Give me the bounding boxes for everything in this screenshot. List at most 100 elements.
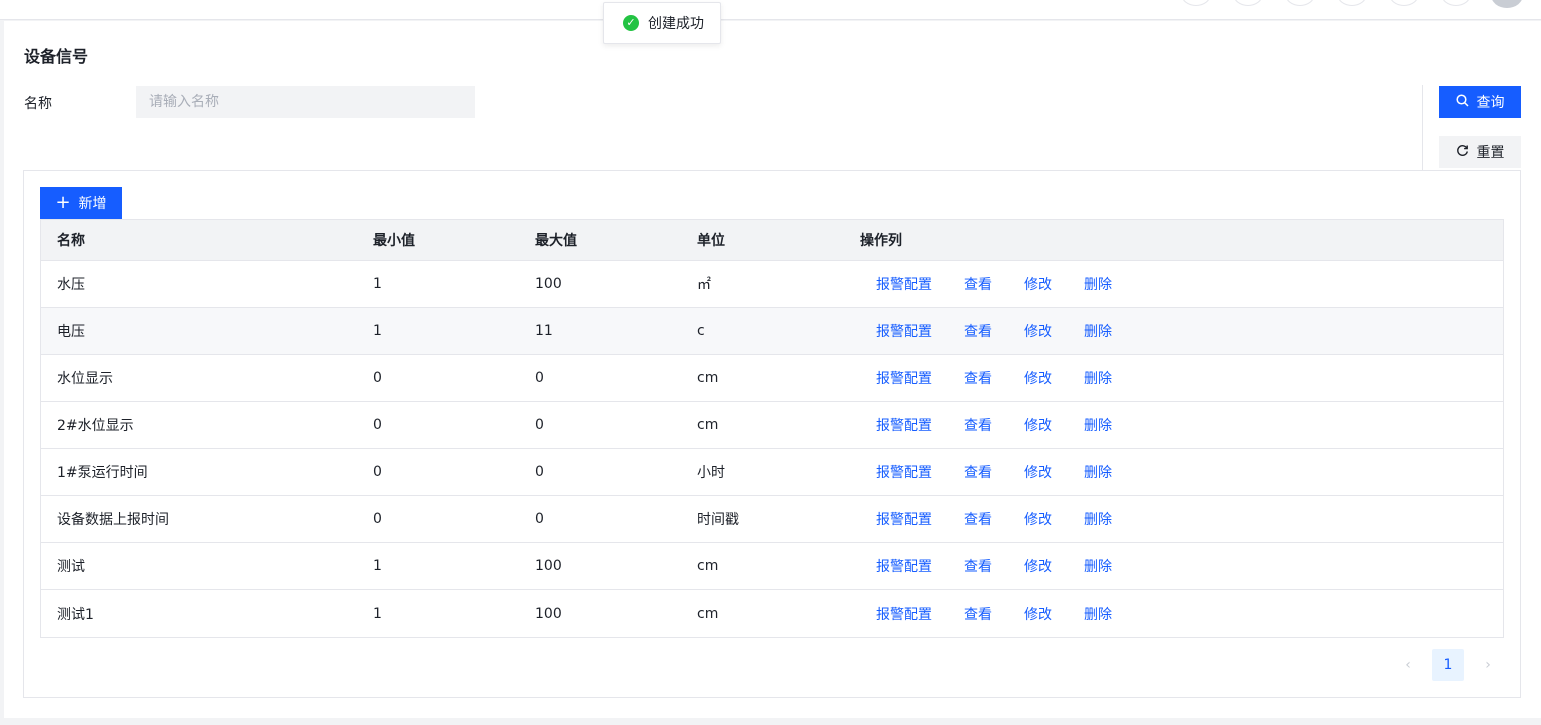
nav-icon[interactable] — [1337, 0, 1367, 6]
edit-link[interactable]: 修改 — [1024, 274, 1052, 294]
cell-min: 0 — [373, 370, 382, 386]
cell-max: 0 — [535, 511, 544, 527]
add-button-label: 新增 — [78, 196, 107, 212]
table-row: 2#水位显示 0 0 cm 报警配置 查看 修改 删除 — [41, 402, 1503, 449]
cell-min: 0 — [373, 511, 382, 527]
table-row: 1#泵运行时间 0 0 小时 报警配置 查看 修改 删除 — [41, 449, 1503, 496]
success-toast: ✓ 创建成功 — [603, 2, 721, 44]
cell-max: 100 — [535, 605, 562, 622]
filter-divider — [1422, 85, 1423, 171]
column-header-max: 最大值 — [535, 233, 577, 249]
avatar[interactable] — [1491, 0, 1523, 8]
table-card: + 新增 名称 最小值 最大值 单位 操作列 水压 1 100 ㎡ 报警配置 查… — [23, 170, 1521, 698]
cell-max: 11 — [535, 323, 553, 339]
search-button-label: 查询 — [1476, 95, 1505, 111]
edit-link[interactable]: 修改 — [1024, 368, 1052, 388]
view-link[interactable]: 查看 — [964, 321, 992, 341]
check-circle-icon: ✓ — [623, 15, 639, 31]
cell-name: 1#泵运行时间 — [57, 465, 148, 481]
delete-link[interactable]: 删除 — [1084, 509, 1112, 529]
column-header-actions: 操作列 — [860, 233, 902, 249]
table-row: 水压 1 100 ㎡ 报警配置 查看 修改 删除 — [41, 261, 1503, 308]
nav-icon[interactable] — [1181, 0, 1211, 6]
view-link[interactable]: 查看 — [964, 509, 992, 529]
cell-unit: 时间戳 — [697, 512, 739, 528]
cell-min: 1 — [373, 276, 382, 292]
edit-link[interactable]: 修改 — [1024, 462, 1052, 482]
cell-unit: c — [697, 323, 705, 339]
page-number-current[interactable]: 1 — [1432, 649, 1464, 681]
cell-name: 电压 — [57, 324, 85, 340]
edit-link[interactable]: 修改 — [1024, 415, 1052, 435]
chevron-right-icon[interactable]: › — [1472, 649, 1504, 681]
delete-link[interactable]: 删除 — [1084, 368, 1112, 388]
alarm-config-link[interactable]: 报警配置 — [876, 556, 932, 576]
alarm-config-link[interactable]: 报警配置 — [876, 462, 932, 482]
add-button[interactable]: + 新增 — [40, 187, 122, 219]
reset-button[interactable]: 重置 — [1439, 136, 1521, 168]
signal-table: 名称 最小值 最大值 单位 操作列 水压 1 100 ㎡ 报警配置 查看 修改 … — [40, 219, 1504, 638]
top-navbar — [0, 0, 1541, 20]
cell-name: 水位显示 — [57, 371, 113, 387]
table-row: 测试 1 100 cm 报警配置 查看 修改 删除 — [41, 543, 1503, 590]
delete-link[interactable]: 删除 — [1084, 462, 1112, 482]
page-title: 设备信号 — [24, 47, 89, 66]
name-filter-label: 名称 — [24, 96, 52, 112]
pagination: ‹ 1 › — [24, 649, 1520, 681]
cell-min: 0 — [373, 417, 382, 433]
cell-min: 1 — [373, 323, 382, 339]
alarm-config-link[interactable]: 报警配置 — [876, 604, 932, 624]
nav-icon[interactable] — [1441, 0, 1471, 6]
alarm-config-link[interactable]: 报警配置 — [876, 321, 932, 341]
refresh-icon — [1456, 144, 1469, 160]
alarm-config-link[interactable]: 报警配置 — [876, 509, 932, 529]
view-link[interactable]: 查看 — [964, 368, 992, 388]
search-button[interactable]: 查询 — [1439, 86, 1521, 118]
view-link[interactable]: 查看 — [964, 604, 992, 624]
cell-max: 0 — [535, 417, 544, 433]
delete-link[interactable]: 删除 — [1084, 556, 1112, 576]
table-row: 设备数据上报时间 0 0 时间戳 报警配置 查看 修改 删除 — [41, 496, 1503, 543]
alarm-config-link[interactable]: 报警配置 — [876, 415, 932, 435]
main-panel: 设备信号 名称 查询 重置 + 新增 名称 最小值 最大值 单位 操作列 — [4, 21, 1541, 718]
cell-unit: cm — [697, 370, 719, 386]
table-row: 电压 1 11 c 报警配置 查看 修改 删除 — [41, 308, 1503, 355]
cell-name: 测试 — [57, 559, 85, 575]
cell-unit: cm — [697, 417, 719, 433]
cell-max: 0 — [535, 370, 544, 386]
chevron-left-icon[interactable]: ‹ — [1392, 649, 1424, 681]
delete-link[interactable]: 删除 — [1084, 604, 1112, 624]
cell-max: 0 — [535, 464, 544, 480]
cell-unit: cm — [697, 558, 719, 574]
name-search-input[interactable] — [136, 86, 475, 118]
delete-link[interactable]: 删除 — [1084, 274, 1112, 294]
column-header-min: 最小值 — [373, 233, 415, 249]
cell-name: 水压 — [57, 277, 85, 293]
edit-link[interactable]: 修改 — [1024, 604, 1052, 624]
table-row: 测试1 1 100 cm 报警配置 查看 修改 删除 — [41, 590, 1503, 637]
cell-min: 1 — [373, 605, 382, 622]
nav-icon[interactable] — [1285, 0, 1315, 6]
edit-link[interactable]: 修改 — [1024, 509, 1052, 529]
cell-unit: ㎡ — [697, 277, 711, 293]
delete-link[interactable]: 删除 — [1084, 321, 1112, 341]
nav-icon[interactable] — [1389, 0, 1419, 6]
cell-name: 测试1 — [57, 606, 94, 623]
view-link[interactable]: 查看 — [964, 274, 992, 294]
plus-icon: + — [55, 192, 71, 213]
view-link[interactable]: 查看 — [964, 415, 992, 435]
view-link[interactable]: 查看 — [964, 462, 992, 482]
cell-name: 设备数据上报时间 — [57, 512, 169, 528]
edit-link[interactable]: 修改 — [1024, 321, 1052, 341]
alarm-config-link[interactable]: 报警配置 — [876, 368, 932, 388]
edit-link[interactable]: 修改 — [1024, 556, 1052, 576]
nav-icon[interactable] — [1233, 0, 1263, 6]
search-icon — [1455, 94, 1469, 110]
cell-name: 2#水位显示 — [57, 418, 134, 434]
alarm-config-link[interactable]: 报警配置 — [876, 274, 932, 294]
column-header-name: 名称 — [57, 233, 85, 249]
view-link[interactable]: 查看 — [964, 556, 992, 576]
cell-max: 100 — [535, 276, 562, 292]
reset-button-label: 重置 — [1476, 145, 1505, 161]
delete-link[interactable]: 删除 — [1084, 415, 1112, 435]
